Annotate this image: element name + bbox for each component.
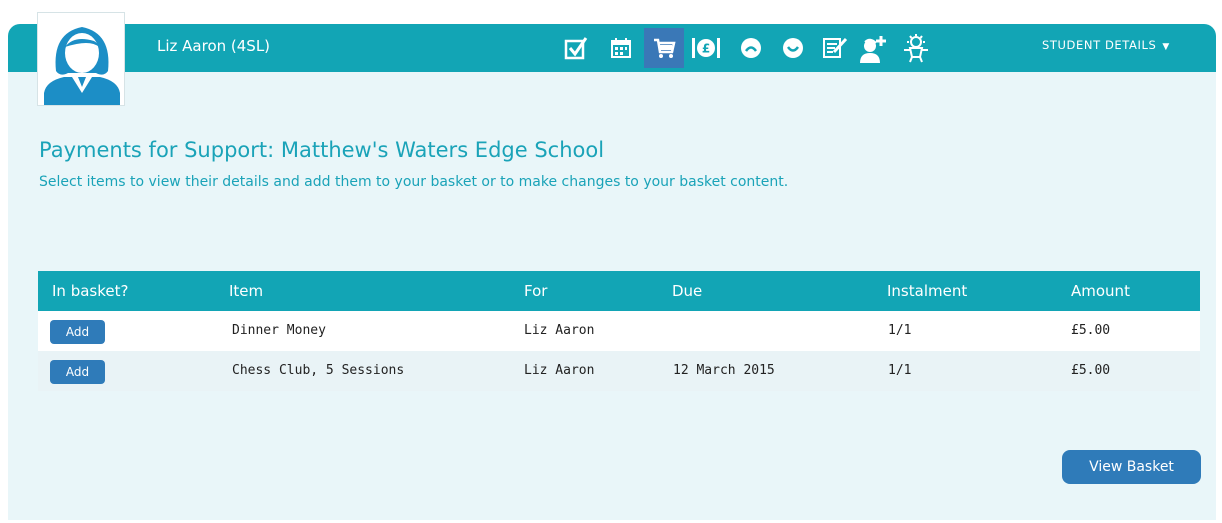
page-subtitle: Select items to view their details and a… (39, 174, 789, 190)
table-header: In basket? Item For Due Instalment Amoun… (38, 271, 1200, 311)
student-details-label: STUDENT DETAILS (1042, 38, 1157, 52)
for-cell: Liz Aaron (524, 323, 595, 338)
due-cell: 12 March 2015 (673, 363, 775, 378)
student-details-menu[interactable]: STUDENT DETAILS ▼ (1042, 38, 1170, 52)
header-in-basket: In basket? (52, 282, 129, 300)
svg-text:£: £ (702, 42, 710, 56)
avatar (37, 12, 125, 106)
basket-icon[interactable] (644, 28, 684, 68)
header-instalment: Instalment (887, 282, 968, 300)
add-to-basket-button[interactable]: Add (50, 360, 105, 384)
report-icon[interactable] (815, 28, 855, 68)
instalment-cell: 1/1 (888, 363, 912, 378)
view-basket-button[interactable]: View Basket (1062, 450, 1201, 484)
instalment-cell: 1/1 (888, 323, 912, 338)
header-item: Item (229, 282, 264, 300)
amount-cell: £5.00 (1071, 323, 1111, 338)
for-cell: Liz Aaron (524, 363, 595, 378)
student-name: Liz Aaron (4SL) (157, 37, 271, 55)
student-avatar-icon (38, 13, 124, 105)
payments-table: In basket? Item For Due Instalment Amoun… (38, 271, 1200, 391)
header-amount: Amount (1071, 282, 1130, 300)
item-cell: Chess Club, 5 Sessions (232, 363, 405, 378)
person-add-icon[interactable] (854, 28, 894, 68)
happy-face-icon[interactable] (773, 28, 813, 68)
header-due: Due (672, 282, 703, 300)
item-cell: Dinner Money (232, 323, 326, 338)
table-row[interactable]: Add Dinner Money Liz Aaron 1/1 £5.00 (38, 311, 1200, 351)
header-for: For (524, 282, 548, 300)
table-row[interactable]: Add Chess Club, 5 Sessions Liz Aaron 12 … (38, 351, 1200, 391)
checkbox-icon[interactable] (556, 28, 596, 68)
add-to-basket-button[interactable]: Add (50, 320, 105, 344)
sad-face-icon[interactable] (731, 28, 771, 68)
money-icon[interactable]: £ (686, 28, 726, 68)
amount-cell: £5.00 (1071, 363, 1111, 378)
chevron-down-icon: ▼ (1162, 42, 1170, 52)
badge-icon[interactable] (896, 28, 936, 68)
calendar-icon[interactable] (601, 28, 641, 68)
page-title: Payments for Support: Matthew's Waters E… (39, 138, 605, 162)
